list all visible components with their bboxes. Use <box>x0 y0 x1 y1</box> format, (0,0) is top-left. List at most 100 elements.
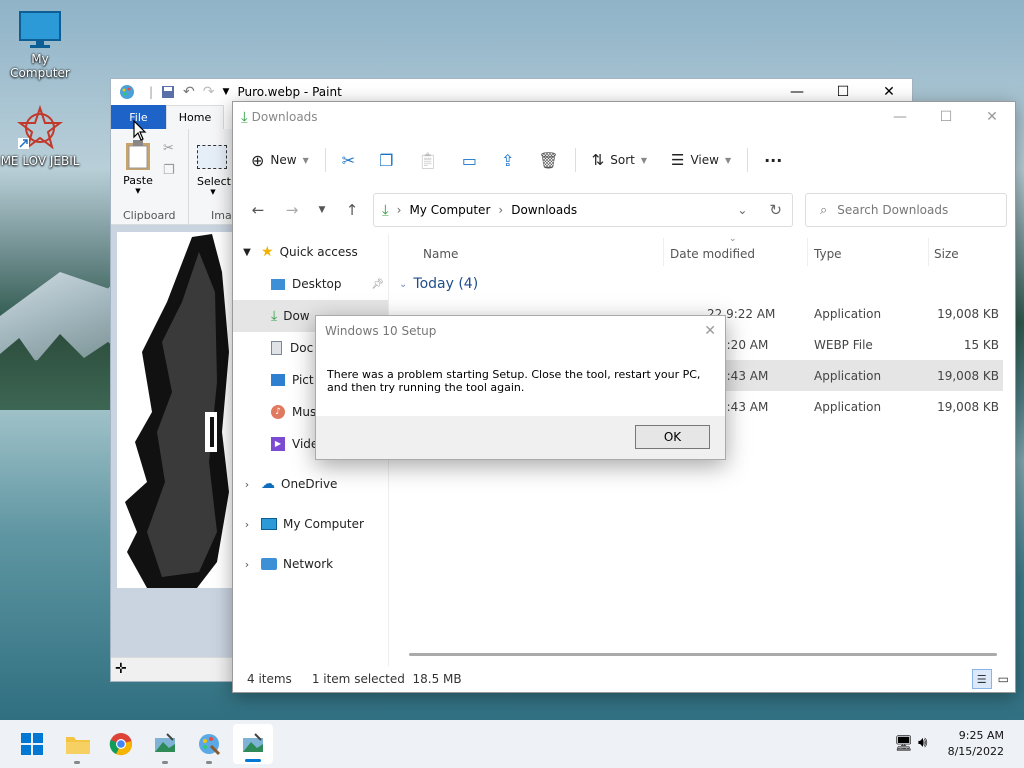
taskbar-media-app[interactable] <box>153 732 177 764</box>
column-header-date[interactable]: Date modified <box>670 247 755 261</box>
desktop-icon-me-lov-jebil[interactable]: ME LOV JEBIL <box>0 104 80 168</box>
trash-icon: 🗑︎ <box>538 150 559 170</box>
dialog-title-bar[interactable]: Windows 10 Setup ✕ <box>316 316 725 346</box>
monitor-icon <box>19 11 61 48</box>
paste-button[interactable]: Paste ▼ <box>121 139 155 195</box>
paint-app-icon <box>120 85 134 99</box>
delete-button[interactable]: 🗑︎ <box>526 144 570 176</box>
close-button[interactable]: ✕ <box>704 323 716 339</box>
up-button[interactable]: ↑ <box>335 201 369 219</box>
share-button[interactable]: ⇪ <box>489 144 526 176</box>
cell-type: Application <box>814 399 882 414</box>
ribbon-divider <box>188 129 189 225</box>
ok-button[interactable]: OK <box>635 425 710 449</box>
paste-icon: 📋︎ <box>417 150 438 170</box>
chevron-down-icon: ⌄ <box>399 278 408 290</box>
horizontal-scrollbar[interactable] <box>409 653 997 656</box>
forward-button[interactable]: → <box>275 201 309 219</box>
breadcrumb-downloads[interactable]: Downloads <box>511 203 577 217</box>
column-divider <box>928 238 929 266</box>
toolbar-divider <box>747 148 749 172</box>
group-label: Today (4) <box>413 276 479 292</box>
sidebar-item-label: OneDrive <box>281 477 338 491</box>
cell-size: 19,008 KB <box>937 399 999 414</box>
column-header-type[interactable]: Type <box>814 247 842 261</box>
selection-rectangle-icon <box>197 145 227 169</box>
sidebar-item-label: Doc <box>290 341 314 355</box>
rename-button[interactable]: ▭ <box>450 144 489 176</box>
breadcrumb-my-computer[interactable]: My Computer <box>409 203 490 217</box>
desktop-icon-my-computer[interactable]: My Computer <box>0 10 80 80</box>
drawing-canvas[interactable] <box>117 232 237 588</box>
start-button[interactable] <box>20 732 44 756</box>
customize-quick-access-icon[interactable]: ▼ <box>223 87 230 97</box>
view-button[interactable]: ☰ View ▼ <box>659 144 743 176</box>
sort-label: Sort <box>610 153 635 167</box>
address-bar[interactable]: ⤓ › My Computer › Downloads ⌄ ↻ <box>373 193 793 227</box>
taskbar-active-app[interactable] <box>233 724 273 764</box>
tab-home[interactable]: Home <box>166 105 224 129</box>
sidebar-item-network[interactable]: › Network <box>233 548 388 580</box>
volume-icon[interactable]: 🔊︎ <box>918 733 927 751</box>
recent-locations-button[interactable]: ▼ <box>309 205 335 215</box>
paste-button[interactable]: 📋︎ <box>406 144 450 176</box>
chevron-right-icon: › <box>244 477 250 491</box>
setup-error-dialog[interactable]: Windows 10 Setup ✕ There was a problem s… <box>315 315 726 460</box>
group-header-today[interactable]: ⌄ Today (4) <box>399 276 478 292</box>
chevron-down-icon: ▼ <box>724 155 732 165</box>
breadcrumb-chevron-icon: › <box>498 203 504 217</box>
clock-date: 8/15/2022 <box>947 745 1004 758</box>
undo-icon[interactable]: ↶ <box>183 84 195 100</box>
details-view-button[interactable]: ☰ <box>971 669 992 689</box>
explorer-title-bar[interactable]: ⤓ Downloads — ☐ ✕ <box>233 102 1015 132</box>
dialog-title: Windows 10 Setup <box>325 324 437 338</box>
picture-icon <box>271 374 285 386</box>
column-divider <box>807 238 808 266</box>
back-button[interactable]: ← <box>241 201 275 219</box>
sidebar-item-my-computer[interactable]: › My Computer <box>233 508 388 540</box>
paint-palette-icon <box>199 734 221 756</box>
more-options-button[interactable]: ··· <box>752 144 794 176</box>
maximize-button[interactable]: ☐ <box>923 104 969 130</box>
sidebar-item-label: Dow <box>283 309 310 323</box>
network-tray-icon[interactable]: 🖥︎ <box>894 734 913 752</box>
sidebar-item-onedrive[interactable]: › ☁ OneDrive <box>233 468 388 500</box>
sidebar-item-label: Pict <box>292 373 314 387</box>
sort-button[interactable]: ⇅ Sort ▼ <box>580 144 659 176</box>
save-icon[interactable] <box>161 85 175 99</box>
close-button[interactable]: ✕ <box>969 104 1015 130</box>
cut-button[interactable]: ✂ <box>330 144 367 176</box>
active-indicator <box>245 759 261 762</box>
new-button[interactable]: ⊕ New ▼ <box>249 144 321 176</box>
tiles-view-button[interactable]: ▭ <box>998 672 1009 686</box>
copy-icon: ❐ <box>379 150 394 170</box>
monitor-icon <box>261 518 277 530</box>
column-header-name[interactable]: Name <box>423 247 458 261</box>
refresh-icon[interactable]: ↻ <box>769 201 782 219</box>
search-input[interactable]: ⌕ Search Downloads <box>805 193 1007 227</box>
cell-date: 9:20 AM <box>719 337 769 352</box>
network-icon <box>261 558 277 570</box>
minimize-button[interactable]: — <box>877 104 923 130</box>
sidebar-item-quick-access[interactable]: ▼ ★ Quick access <box>233 236 388 268</box>
cell-size: 19,008 KB <box>937 368 999 383</box>
select-button[interactable]: Select ▼ <box>197 145 231 196</box>
taskbar-file-explorer[interactable] <box>65 732 90 764</box>
view-lines-icon: ☰ <box>671 151 685 169</box>
address-dropdown-icon[interactable]: ⌄ <box>737 203 747 217</box>
copy-button[interactable]: ❐ <box>367 144 405 176</box>
column-headers: Name ⌄ Date modified Type Size <box>389 234 1015 274</box>
clock[interactable]: 9:25 AM 8/15/2022 <box>948 728 1004 760</box>
sort-indicator-icon: ⌄ <box>729 234 737 244</box>
taskbar-paint[interactable] <box>197 732 221 764</box>
star-icon: ★ <box>261 244 274 260</box>
column-header-size[interactable]: Size <box>934 247 959 261</box>
taskbar-chrome[interactable] <box>109 732 133 756</box>
sidebar-item-desktop[interactable]: Desktop 📌︎ <box>233 268 388 300</box>
document-icon <box>271 341 282 355</box>
redo-icon[interactable]: ↷ <box>203 84 215 100</box>
toolbar-divider <box>324 148 326 172</box>
cut-icon[interactable]: ✂ <box>163 141 174 156</box>
plus-circle-icon: ⊕ <box>251 150 265 170</box>
copy-icon[interactable]: ❐ <box>163 163 175 178</box>
